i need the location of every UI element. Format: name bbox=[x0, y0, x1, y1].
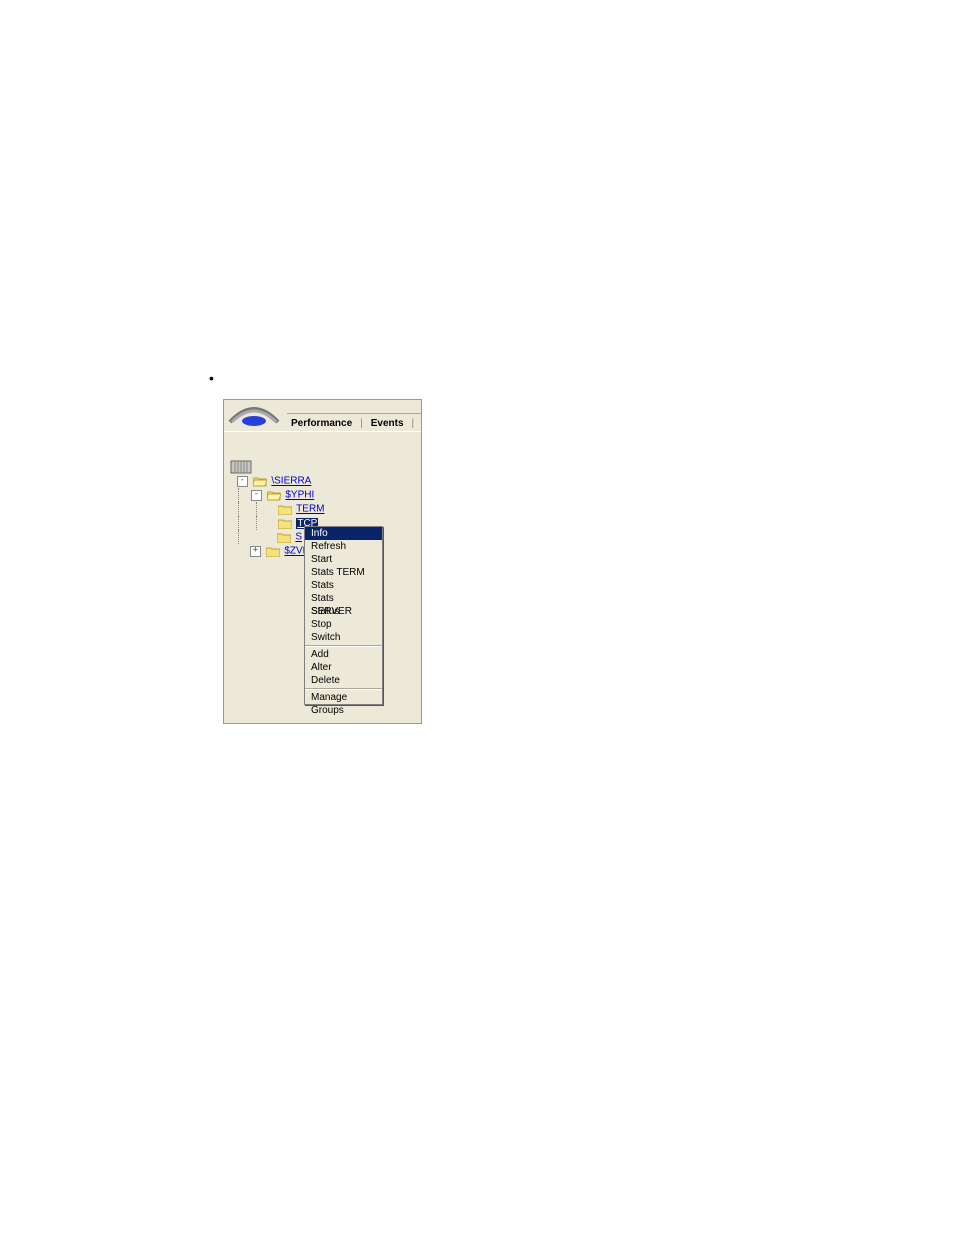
tab-bar: Performance | Events | Ope bbox=[287, 413, 421, 433]
menu-item-alter[interactable]: Alter bbox=[305, 661, 382, 674]
tab-separator: | bbox=[408, 418, 419, 429]
tree-root-icon-row bbox=[230, 460, 421, 474]
tree-node-sierra[interactable]: - \SIERRA bbox=[230, 474, 421, 488]
folder-icon bbox=[277, 532, 291, 543]
menu-item-manage-groups[interactable]: Manage Groups bbox=[305, 691, 382, 704]
folder-open-icon bbox=[267, 490, 281, 501]
toolbar bbox=[224, 431, 421, 457]
folder-icon bbox=[278, 518, 292, 529]
tree-node-term[interactable]: TERM bbox=[230, 502, 421, 516]
menu-separator bbox=[305, 645, 382, 647]
menu-item-stats-term[interactable]: Stats TERM bbox=[305, 566, 382, 579]
tree-label[interactable]: S bbox=[295, 532, 302, 543]
menu-item-start[interactable]: Start bbox=[305, 553, 382, 566]
menu-item-stop[interactable]: Stop bbox=[305, 618, 382, 631]
tab-events[interactable]: Events bbox=[367, 418, 408, 429]
tree-label[interactable]: \SIERRA bbox=[271, 476, 311, 487]
expand-icon[interactable]: + bbox=[250, 546, 261, 557]
tree-node-yphi[interactable]: - $YPHI bbox=[230, 488, 421, 502]
tab-performance[interactable]: Performance bbox=[287, 418, 356, 429]
menu-item-stats-server[interactable]: Stats SERVER bbox=[305, 592, 382, 605]
tab-operations[interactable]: Ope bbox=[418, 418, 421, 429]
collapse-icon[interactable]: - bbox=[237, 476, 248, 487]
menu-item-stats[interactable]: Stats bbox=[305, 579, 382, 592]
menu-item-refresh[interactable]: Refresh bbox=[305, 540, 382, 553]
menu-separator bbox=[305, 688, 382, 690]
app-logo bbox=[226, 402, 286, 426]
bullet: • bbox=[209, 370, 214, 386]
tree-label[interactable]: TERM bbox=[296, 504, 324, 515]
menu-item-switch[interactable]: Switch bbox=[305, 631, 382, 644]
menu-item-info[interactable]: Info bbox=[305, 527, 382, 540]
menu-item-add[interactable]: Add bbox=[305, 648, 382, 661]
menu-item-delete[interactable]: Delete bbox=[305, 674, 382, 687]
server-icon bbox=[230, 460, 252, 474]
tab-separator: | bbox=[356, 418, 367, 429]
arc-logo-icon bbox=[226, 402, 282, 426]
app-window: Performance | Events | Ope - \SIERRA - $… bbox=[223, 399, 422, 724]
context-menu: Info Refresh Start Stats TERM Stats Stat… bbox=[304, 526, 383, 705]
tree-label[interactable]: $YPHI bbox=[285, 490, 314, 501]
folder-icon bbox=[266, 546, 280, 557]
collapse-icon[interactable]: - bbox=[251, 490, 262, 501]
folder-icon bbox=[278, 504, 292, 515]
folder-open-icon bbox=[253, 476, 267, 487]
